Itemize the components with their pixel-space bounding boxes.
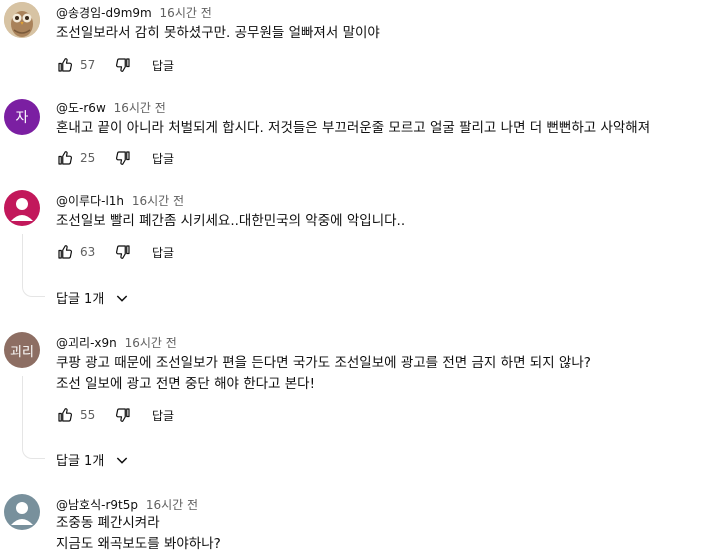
comment-header: @괴리-x9n 16시간 전 <box>56 334 177 351</box>
thumbs-up-icon[interactable] <box>56 406 74 424</box>
comment-time[interactable]: 16시간 전 <box>160 6 212 20</box>
comment-header: @송경임-d9m9m 16시간 전 <box>56 4 212 21</box>
reply-button[interactable]: 답글 <box>152 407 174 424</box>
avatar-letter: 괴리 <box>10 344 34 360</box>
avatar[interactable] <box>4 190 40 226</box>
avatar[interactable] <box>4 2 40 38</box>
chevron-down-icon <box>117 456 128 464</box>
comment-text: 쿠팡 광고 때문에 조선일보가 편을 든다면 국가도 조선일보에 광고를 전면 … <box>56 353 591 395</box>
thumbs-up-icon[interactable] <box>56 243 74 261</box>
view-replies-button[interactable]: 답글 1개 <box>56 288 130 307</box>
comment-author[interactable]: @도-r6w <box>56 101 106 115</box>
person-avatar-icon <box>11 502 33 525</box>
comment-line: 쿠팡 광고 때문에 조선일보가 편을 든다면 국가도 조선일보에 광고를 전면 … <box>56 355 591 371</box>
comment-header: @남호식-r9t5p 16시간 전 <box>56 496 198 513</box>
avatar[interactable]: 괴리 <box>4 332 40 368</box>
thumbs-up-icon[interactable] <box>56 149 74 167</box>
thumbs-up-icon[interactable] <box>56 56 74 74</box>
thread-line <box>22 376 45 459</box>
comment-time[interactable]: 16시간 전 <box>125 336 177 350</box>
reply-button[interactable]: 답글 <box>152 57 174 74</box>
like-count: 55 <box>80 408 96 422</box>
avatar-letter: 자 <box>15 110 29 126</box>
reply-button[interactable]: 답글 <box>152 150 174 167</box>
thumbs-down-icon[interactable] <box>114 406 132 424</box>
comment-line: 조선일보라서 감히 못하셨구만. 공무원들 얼빠져서 말이야 <box>56 25 380 41</box>
comment-line: 조중동 폐간시켜라 <box>56 515 160 531</box>
comment-text: 조선일보 빨리 폐간좀 시키세요..대한민국의 악중에 악입니다.. <box>56 211 405 232</box>
avatar[interactable]: 자 <box>4 99 40 135</box>
thread-line <box>22 234 45 297</box>
comment-actions: 25 답글 <box>56 148 174 168</box>
comment-actions: 57 답글 <box>56 55 174 75</box>
comment-line: 조선 일보에 광고 전면 중단 해야 한다고 본다! <box>56 376 316 392</box>
like-count: 25 <box>80 151 96 165</box>
comment-time[interactable]: 16시간 전 <box>114 101 166 115</box>
comment-text: 조선일보라서 감히 못하셨구만. 공무원들 얼빠져서 말이야 <box>56 23 380 44</box>
thumbs-down-icon[interactable] <box>114 56 132 74</box>
view-replies-button[interactable]: 답글 1개 <box>56 450 130 469</box>
replies-label: 답글 1개 <box>56 454 105 469</box>
replies-label: 답글 1개 <box>56 292 105 307</box>
comment-time[interactable]: 16시간 전 <box>132 194 184 208</box>
comment-line: 혼내고 끝이 아니라 처벌되게 합시다. 저것들은 부끄러운줄 모르고 얼굴 팔… <box>56 120 651 136</box>
avatar[interactable] <box>4 494 40 530</box>
comment-text: 조중동 폐간시켜라 지금도 왜곡보도를 봐야하나? <box>56 513 221 555</box>
comment-author[interactable]: @송경임-d9m9m <box>56 6 152 20</box>
comment-author[interactable]: @괴리-x9n <box>56 336 117 350</box>
comment-line: 조선일보 빨리 폐간좀 시키세요..대한민국의 악중에 악입니다.. <box>56 213 406 229</box>
chevron-down-icon <box>117 294 128 302</box>
comment-header: @도-r6w 16시간 전 <box>56 99 166 116</box>
reply-button[interactable]: 답글 <box>152 244 174 261</box>
like-count: 57 <box>80 58 96 72</box>
owl-avatar-icon <box>4 2 40 38</box>
thumbs-down-icon[interactable] <box>114 243 132 261</box>
comment-text: 혼내고 끝이 아니라 처벌되게 합시다. 저것들은 부끄러운줄 모르고 얼굴 팔… <box>56 118 650 139</box>
thumbs-down-icon[interactable] <box>114 149 132 167</box>
comment-actions: 63 답글 <box>56 242 174 262</box>
comment-actions: 55 답글 <box>56 405 174 425</box>
comment-author[interactable]: @이루다-l1h <box>56 194 124 208</box>
comment-author[interactable]: @남호식-r9t5p <box>56 498 138 512</box>
comment-line: 지금도 왜곡보도를 봐야하나? <box>56 536 221 552</box>
comment-header: @이루다-l1h 16시간 전 <box>56 192 184 209</box>
person-avatar-icon <box>11 198 33 221</box>
comment-time[interactable]: 16시간 전 <box>146 498 198 512</box>
like-count: 63 <box>80 245 96 259</box>
